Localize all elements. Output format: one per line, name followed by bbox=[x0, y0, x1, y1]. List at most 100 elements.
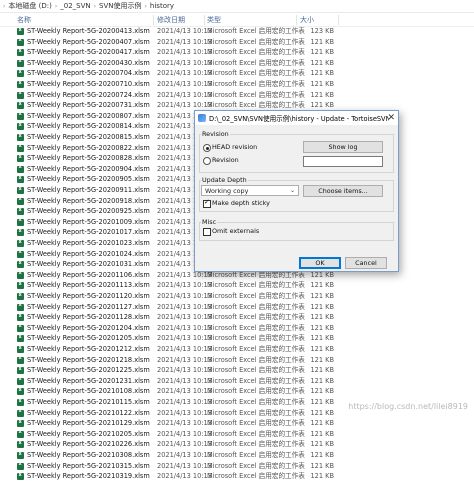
file-name[interactable]: ST-Weekly Report-5G-20200904.xlsm bbox=[27, 164, 150, 175]
omit-externals-checkbox[interactable] bbox=[203, 228, 211, 236]
file-name[interactable]: ST-Weekly Report-5G-20200814.xlsm bbox=[27, 121, 150, 132]
file-name[interactable]: ST-Weekly Report-5G-20201231.xlsm bbox=[27, 376, 150, 387]
file-name[interactable]: ST-Weekly Report-5G-20201205.xlsm bbox=[27, 333, 150, 344]
revision-label[interactable]: Revision bbox=[212, 156, 239, 164]
file-name[interactable]: ST-Weekly Report-5G-20200828.xlsm bbox=[27, 153, 150, 164]
file-row[interactable]: ST-Weekly Report-5G-20210308.xlsm 2021/4/… bbox=[0, 449, 474, 461]
update-depth-select[interactable]: Working copy ⌄ bbox=[201, 185, 299, 196]
file-row[interactable]: ST-Weekly Report-5G-20210205.xlsm 2021/4/… bbox=[0, 427, 474, 440]
file-name[interactable]: ST-Weekly Report-5G-20201113.xlsm bbox=[27, 280, 150, 291]
file-name[interactable]: ST-Weekly Report-5G-20201017.xlsm bbox=[27, 227, 150, 238]
file-row[interactable]: ST-Weekly Report-5G-20201212.xlsm 2021/4/… bbox=[0, 343, 474, 355]
breadcrumb-item-drive[interactable]: 本地磁盘 (D:) bbox=[8, 1, 51, 11]
file-row[interactable]: ST-Weekly Report-5G-20201127.xlsm 2021/4/… bbox=[0, 300, 474, 313]
breadcrumb-item-example[interactable]: SVN使用示例 bbox=[99, 1, 141, 11]
file-name[interactable]: ST-Weekly Report-5G-20210115.xlsm bbox=[27, 397, 150, 408]
choose-items-button[interactable]: Choose items... bbox=[303, 185, 383, 197]
file-date: 2021/4/13 10:13 bbox=[157, 461, 212, 470]
file-name[interactable]: ST-Weekly Report-5G-20201212.xlsm bbox=[27, 344, 150, 355]
file-name[interactable]: ST-Weekly Report-5G-20201031.xlsm bbox=[27, 259, 150, 270]
file-name[interactable]: ST-Weekly Report-5G-20210108.xlsm bbox=[27, 386, 150, 397]
file-name[interactable]: ST-Weekly Report-5G-20201128.xlsm bbox=[27, 312, 150, 323]
file-row[interactable]: ST-Weekly Report-5G-20200413.xlsm 2021/4/… bbox=[0, 25, 474, 37]
file-row[interactable]: ST-Weekly Report-5G-20201128.xlsm 2021/4/… bbox=[0, 311, 474, 323]
file-name[interactable]: ST-Weekly Report-5G-20200925.xlsm bbox=[27, 206, 150, 217]
file-row[interactable]: ST-Weekly Report-5G-20201231.xlsm 2021/4/… bbox=[0, 374, 474, 387]
file-name[interactable]: ST-Weekly Report-5G-20210315.xlsm bbox=[27, 461, 150, 472]
file-row[interactable]: ST-Weekly Report-5G-20200724.xlsm 2021/4/… bbox=[0, 88, 474, 101]
breadcrumb-item-history[interactable]: history bbox=[150, 2, 174, 10]
file-row[interactable]: ST-Weekly Report-5G-20210129.xlsm 2021/4/… bbox=[0, 417, 474, 429]
file-name[interactable]: ST-Weekly Report-5G-20210205.xlsm bbox=[27, 429, 150, 440]
file-name[interactable]: ST-Weekly Report-5G-20201024.xlsm bbox=[27, 249, 150, 260]
column-header-name[interactable]: 名称 bbox=[17, 15, 31, 25]
file-name[interactable]: ST-Weekly Report-5G-20200731.xlsm bbox=[27, 100, 150, 111]
file-name[interactable]: ST-Weekly Report-5G-20210308.xlsm bbox=[27, 450, 150, 461]
excel-file-icon bbox=[17, 152, 24, 162]
file-name[interactable]: ST-Weekly Report-5G-20201120.xlsm bbox=[27, 291, 150, 302]
file-name[interactable]: ST-Weekly Report-5G-20201009.xlsm bbox=[27, 217, 150, 228]
file-row[interactable]: ST-Weekly Report-5G-20210108.xlsm 2021/4/… bbox=[0, 385, 474, 397]
file-name[interactable]: ST-Weekly Report-5G-20201127.xlsm bbox=[27, 302, 150, 313]
file-row[interactable]: ST-Weekly Report-5G-20210315.xlsm 2021/4/… bbox=[0, 459, 474, 472]
file-row[interactable]: ST-Weekly Report-5G-20210226.xlsm 2021/4/… bbox=[0, 438, 474, 450]
file-name[interactable]: ST-Weekly Report-5G-20200911.xlsm bbox=[27, 185, 150, 196]
column-header-type[interactable]: 类型 bbox=[207, 15, 221, 25]
file-row[interactable]: ST-Weekly Report-5G-20200417.xlsm 2021/4/… bbox=[0, 46, 474, 58]
file-name[interactable]: ST-Weekly Report-5G-20200815.xlsm bbox=[27, 132, 150, 143]
excel-file-icon bbox=[17, 120, 24, 130]
file-row[interactable]: ST-Weekly Report-5G-20201205.xlsm 2021/4/… bbox=[0, 332, 474, 344]
file-name[interactable]: ST-Weekly Report-5G-20200704.xlsm bbox=[27, 68, 150, 79]
file-name[interactable]: ST-Weekly Report-5G-20201106.xlsm bbox=[27, 270, 150, 281]
file-name[interactable]: ST-Weekly Report-5G-20201204.xlsm bbox=[27, 323, 150, 334]
file-name[interactable]: ST-Weekly Report-5G-20210226.xlsm bbox=[27, 439, 150, 450]
file-row[interactable]: ST-Weekly Report-5G-20201225.xlsm 2021/4/… bbox=[0, 364, 474, 376]
column-separator[interactable] bbox=[204, 15, 205, 25]
file-name[interactable]: ST-Weekly Report-5G-20210319.xlsm bbox=[27, 471, 150, 482]
file-name[interactable]: ST-Weekly Report-5G-20200807.xlsm bbox=[27, 111, 150, 122]
dialog-titlebar[interactable]: D:\_02_SVN\SVN使用示例\history - Update - To… bbox=[195, 111, 398, 125]
column-separator[interactable] bbox=[153, 15, 154, 25]
file-row[interactable]: ST-Weekly Report-5G-20200704.xlsm 2021/4/… bbox=[0, 67, 474, 79]
file-row[interactable]: ST-Weekly Report-5G-20201120.xlsm 2021/4/… bbox=[0, 290, 474, 302]
file-row[interactable]: ST-Weekly Report-5G-20200407.xlsm 2021/4/… bbox=[0, 35, 474, 48]
file-name[interactable]: ST-Weekly Report-5G-20201023.xlsm bbox=[27, 238, 150, 249]
column-separator[interactable] bbox=[296, 15, 297, 25]
file-row[interactable]: ST-Weekly Report-5G-20201113.xlsm 2021/4/… bbox=[0, 279, 474, 291]
omit-externals-label[interactable]: Omit externals bbox=[212, 227, 259, 235]
column-header-size[interactable]: 大小 bbox=[300, 15, 336, 25]
file-name[interactable]: ST-Weekly Report-5G-20210129.xlsm bbox=[27, 418, 150, 429]
file-name[interactable]: ST-Weekly Report-5G-20200905.xlsm bbox=[27, 174, 150, 185]
file-row[interactable]: ST-Weekly Report-5G-20210319.xlsm 2021/4/… bbox=[0, 470, 474, 482]
make-depth-sticky-checkbox[interactable] bbox=[203, 198, 211, 208]
file-name[interactable]: ST-Weekly Report-5G-20200918.xlsm bbox=[27, 196, 150, 207]
revision-input[interactable] bbox=[303, 156, 383, 167]
file-name[interactable]: ST-Weekly Report-5G-20200710.xlsm bbox=[27, 79, 150, 90]
head-revision-radio[interactable] bbox=[203, 144, 211, 152]
close-icon[interactable]: ✕ bbox=[387, 112, 395, 124]
file-name[interactable]: ST-Weekly Report-5G-20201225.xlsm bbox=[27, 365, 150, 376]
file-row[interactable]: ST-Weekly Report-5G-20201204.xlsm 2021/4/… bbox=[0, 321, 474, 334]
file-type: Microsoft Excel 启用宏的工作表 bbox=[207, 80, 305, 88]
cancel-button[interactable]: Cancel bbox=[345, 257, 387, 269]
file-name[interactable]: ST-Weekly Report-5G-20200413.xlsm bbox=[27, 26, 150, 37]
revision-radio[interactable] bbox=[203, 157, 211, 165]
file-row[interactable]: ST-Weekly Report-5G-20200430.xlsm 2021/4/… bbox=[0, 56, 474, 69]
file-row[interactable]: ST-Weekly Report-5G-20200710.xlsm 2021/4/… bbox=[0, 78, 474, 90]
file-name[interactable]: ST-Weekly Report-5G-20200430.xlsm bbox=[27, 58, 150, 69]
make-depth-sticky-label[interactable]: Make depth sticky bbox=[212, 199, 270, 207]
file-name[interactable]: ST-Weekly Report-5G-20200724.xlsm bbox=[27, 90, 150, 101]
ok-button[interactable]: OK bbox=[299, 257, 341, 269]
column-header-date[interactable]: 修改日期 bbox=[157, 15, 185, 25]
file-name[interactable]: ST-Weekly Report-5G-20200407.xlsm bbox=[27, 37, 150, 48]
file-type: Microsoft Excel 启用宏的工作表 bbox=[207, 292, 305, 300]
chevron-right-icon: › bbox=[54, 2, 58, 10]
head-revision-label[interactable]: HEAD revision bbox=[212, 143, 257, 151]
column-separator[interactable] bbox=[338, 15, 339, 25]
show-log-button[interactable]: Show log bbox=[303, 141, 383, 153]
file-row[interactable]: ST-Weekly Report-5G-20201218.xlsm 2021/4/… bbox=[0, 353, 474, 366]
file-name[interactable]: ST-Weekly Report-5G-20201218.xlsm bbox=[27, 355, 150, 366]
file-name[interactable]: ST-Weekly Report-5G-20200417.xlsm bbox=[27, 47, 150, 58]
breadcrumb-item-svn[interactable]: _02_SVN bbox=[60, 2, 90, 10]
file-name[interactable]: ST-Weekly Report-5G-20200822.xlsm bbox=[27, 143, 150, 154]
